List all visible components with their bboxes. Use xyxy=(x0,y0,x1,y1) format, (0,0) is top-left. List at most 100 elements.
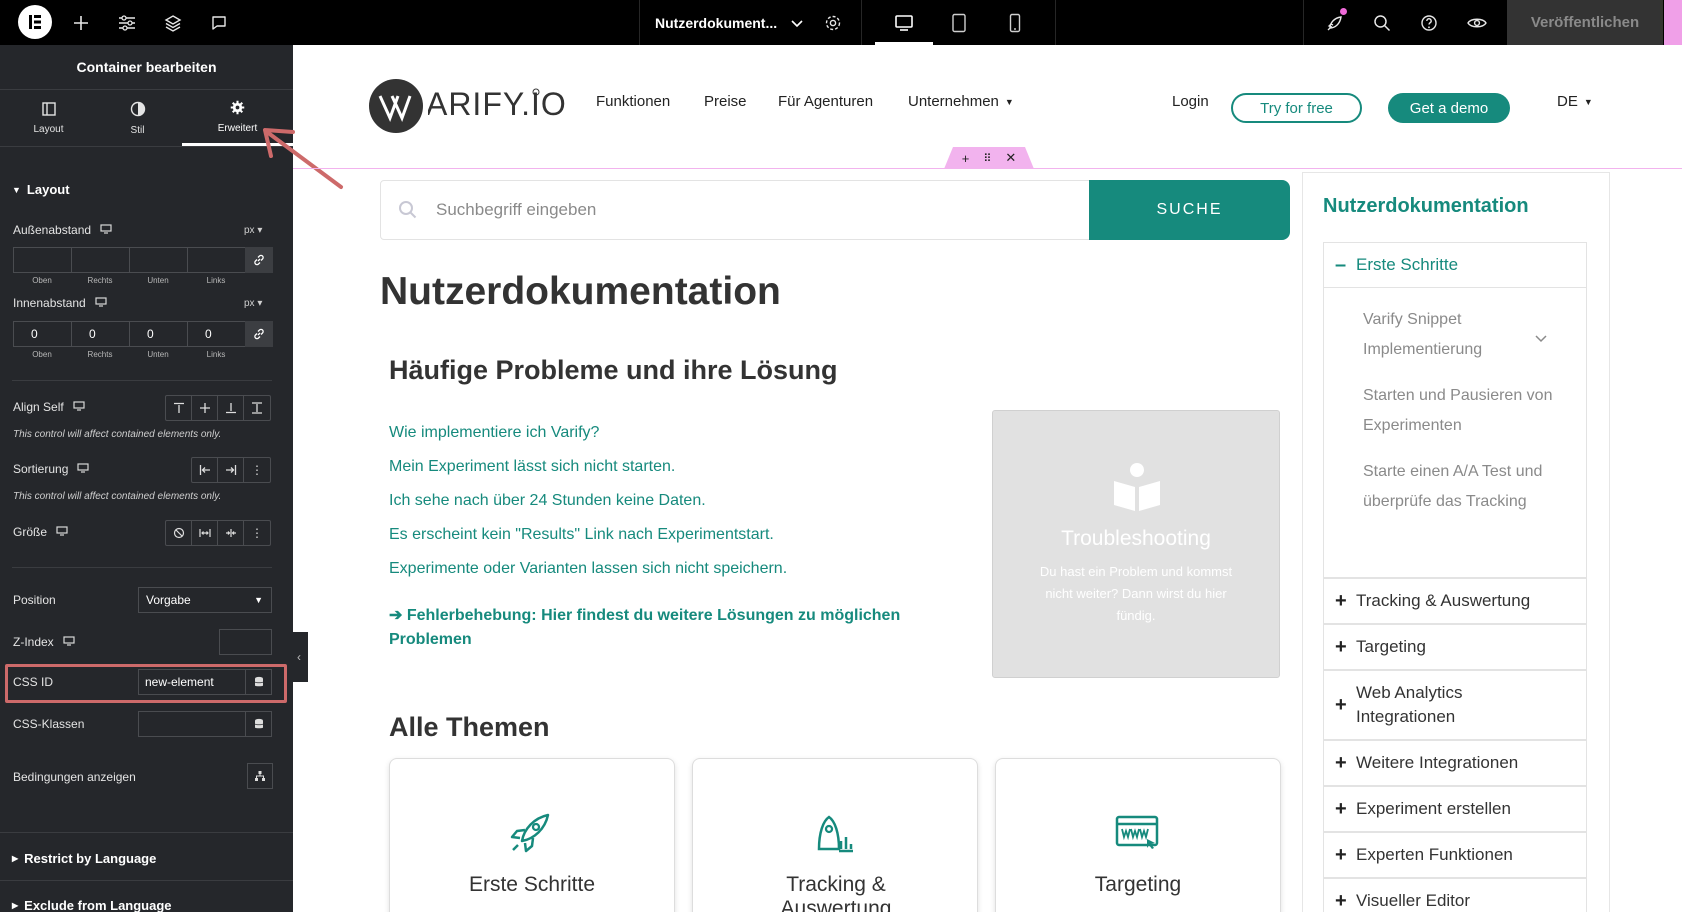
padding-left-input[interactable]: 0 xyxy=(187,321,245,347)
publish-button[interactable]: Veröffentlichen xyxy=(1507,0,1663,45)
troubleshooting-card[interactable]: Troubleshooting Du hast ein Problem und … xyxy=(992,410,1280,678)
notification-dot xyxy=(1340,8,1347,15)
add-container-icon[interactable]: + xyxy=(962,151,970,166)
more-options-icon[interactable]: ⋮ xyxy=(244,458,270,482)
css-classes-input[interactable] xyxy=(138,711,246,737)
nav-agencies[interactable]: Für Agenturen xyxy=(778,93,873,110)
dynamic-tags-database-icon[interactable] xyxy=(245,711,272,737)
z-index-label-row: Z-Index xyxy=(13,635,75,649)
mobile-view-icon[interactable] xyxy=(1000,0,1030,45)
accordion-expert-functions[interactable]: + Experten Funktionen xyxy=(1323,832,1587,878)
accordion-create-experiment[interactable]: + Experiment erstellen xyxy=(1323,786,1587,832)
site-settings-sliders-icon[interactable] xyxy=(114,0,140,45)
nav-pricing[interactable]: Preise xyxy=(704,93,747,110)
align-stretch-icon[interactable] xyxy=(244,396,270,420)
padding-top-input[interactable]: 0 xyxy=(13,321,71,347)
accordion-web-analytics[interactable]: + Web Analytics Integrationen xyxy=(1323,670,1587,740)
desktop-view-icon[interactable] xyxy=(889,0,919,45)
accordion-tracking[interactable]: + Tracking & Auswertung xyxy=(1323,578,1587,624)
topic-card-getting-started[interactable]: Erste Schritte xyxy=(389,758,675,912)
align-end-icon[interactable] xyxy=(218,396,244,420)
document-title-dropdown[interactable]: Nutzerdokument... xyxy=(655,0,803,45)
www-icon xyxy=(1114,811,1160,860)
chevron-left-icon: ‹ xyxy=(297,650,301,664)
faq-link[interactable]: Mein Experiment lässt sich nicht starten… xyxy=(389,458,675,476)
topic-card-tracking[interactable]: Tracking & Auswertung xyxy=(692,758,978,912)
page-settings-gear-icon[interactable] xyxy=(820,0,846,45)
drag-handle-icon[interactable]: ⠿ xyxy=(983,152,991,165)
search-icon[interactable] xyxy=(1367,0,1397,45)
size-none-icon[interactable] xyxy=(166,521,192,545)
collapse-panel-button[interactable]: ‹ xyxy=(290,632,308,682)
desktop-responsive-icon[interactable] xyxy=(77,462,89,476)
troubleshooting-more-link[interactable]: ➔ Fehlerbehebung: Hier findest du weiter… xyxy=(389,604,949,652)
margin-right-input[interactable] xyxy=(71,247,129,273)
add-element-icon[interactable] xyxy=(68,0,94,45)
margin-top-input[interactable] xyxy=(13,247,71,273)
order-start-icon[interactable] xyxy=(192,458,218,482)
accordion-visual-editor[interactable]: + Visueller Editor xyxy=(1323,878,1587,912)
elementor-logo-icon[interactable] xyxy=(18,5,52,39)
structure-layers-icon[interactable] xyxy=(160,0,186,45)
desktop-responsive-icon[interactable] xyxy=(73,400,85,414)
padding-unit-select[interactable]: px ▾ xyxy=(244,298,262,309)
delete-container-icon[interactable]: ✕ xyxy=(1005,150,1016,166)
faq-link[interactable]: Wie implementiere ich Varify? xyxy=(389,424,599,442)
desktop-responsive-icon[interactable] xyxy=(63,635,75,649)
tablet-view-icon[interactable] xyxy=(944,0,974,45)
size-grow-icon[interactable] xyxy=(192,521,218,545)
publish-options-button[interactable] xyxy=(1664,0,1682,45)
padding-right-input[interactable]: 0 xyxy=(71,321,129,347)
position-select[interactable]: Vorgabe ▼ xyxy=(138,587,272,613)
faq-link[interactable]: Ich sehe nach über 24 Stunden keine Date… xyxy=(389,492,706,510)
tab-layout-label: Layout xyxy=(33,123,64,135)
order-end-icon[interactable] xyxy=(218,458,244,482)
tab-style[interactable]: Stil xyxy=(89,90,186,146)
section-restrict-language-toggle[interactable]: ▶ Restrict by Language xyxy=(12,851,156,866)
login-link[interactable]: Login xyxy=(1172,93,1209,110)
desktop-responsive-icon[interactable] xyxy=(56,525,68,539)
doc-link-start-pause-experiments[interactable]: Starten und Pausieren von Experimenten xyxy=(1363,381,1563,441)
doc-link-aa-test[interactable]: Starte einen A/A Test und überprüfe das … xyxy=(1363,457,1563,517)
doc-link-snippet-implementation[interactable]: Varify Snippet Implementierung xyxy=(1363,305,1563,365)
topic-card-targeting[interactable]: Targeting xyxy=(995,758,1281,912)
css-classes-label: CSS-Klassen xyxy=(13,717,85,731)
padding-bottom-input[interactable]: 0 xyxy=(129,321,187,347)
desktop-responsive-icon[interactable] xyxy=(95,296,107,310)
notes-comment-icon[interactable] xyxy=(206,0,232,45)
nav-functions[interactable]: Funktionen xyxy=(596,93,670,110)
search-button[interactable]: SUCHE xyxy=(1089,180,1290,240)
site-logo[interactable]: VARIFY.IO xyxy=(368,78,566,134)
align-self-buttons xyxy=(165,395,271,421)
caret-down-icon: ▼ xyxy=(1004,96,1014,107)
align-center-icon[interactable] xyxy=(192,396,218,420)
preview-eye-icon[interactable] xyxy=(1462,0,1492,45)
language-switcher[interactable]: DE ▼ xyxy=(1557,93,1593,110)
margin-bottom-input[interactable] xyxy=(129,247,187,273)
link-values-icon[interactable] xyxy=(245,247,273,273)
chevron-down-icon[interactable] xyxy=(1535,330,1547,348)
try-for-free-button[interactable]: Try for free xyxy=(1231,93,1362,123)
faq-link[interactable]: Es erscheint kein "Results" Link nach Ex… xyxy=(389,526,774,544)
faq-link[interactable]: Experimente oder Varianten lassen sich n… xyxy=(389,560,787,578)
align-start-icon[interactable] xyxy=(166,396,192,420)
section-layout-toggle[interactable]: ▼ Layout xyxy=(12,182,70,197)
z-index-input[interactable] xyxy=(219,629,272,655)
nav-company-dropdown[interactable]: Unternehmen ▼ xyxy=(908,93,1014,110)
link-values-icon[interactable] xyxy=(245,321,273,347)
section-exclude-language-toggle[interactable]: ▶ Exclude from Language xyxy=(12,898,172,912)
size-shrink-icon[interactable] xyxy=(218,521,244,545)
help-question-icon[interactable] xyxy=(1414,0,1444,45)
search-input[interactable]: Suchbegriff eingeben xyxy=(380,180,1093,240)
margin-unit-select[interactable]: px ▾ xyxy=(244,225,262,236)
accordion-further-integrations[interactable]: + Weitere Integrationen xyxy=(1323,740,1587,786)
accordion-getting-started[interactable]: – Erste Schritte xyxy=(1323,242,1587,288)
accordion-targeting[interactable]: + Targeting xyxy=(1323,624,1587,670)
desktop-responsive-icon[interactable] xyxy=(100,223,112,237)
get-a-demo-button[interactable]: Get a demo xyxy=(1388,93,1510,123)
margin-left-input[interactable] xyxy=(187,247,245,273)
more-options-icon[interactable]: ⋮ xyxy=(244,521,270,545)
whats-new-rocket-icon[interactable] xyxy=(1320,0,1350,45)
tab-layout[interactable]: Layout xyxy=(0,90,97,146)
display-conditions-sitemap-icon[interactable] xyxy=(247,763,273,789)
